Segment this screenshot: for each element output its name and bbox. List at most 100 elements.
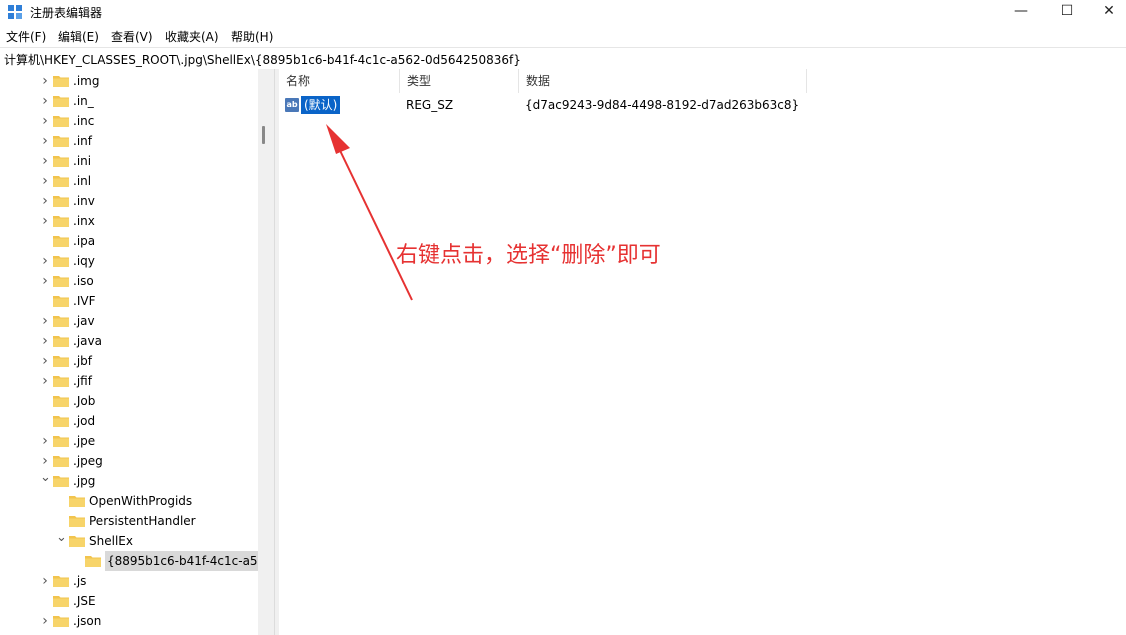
address-path[interactable]: 计算机\HKEY_CLASSES_ROOT\.jpg\ShellEx\{8895… [4,51,521,68]
menu-help[interactable]: 帮助(H) [231,28,273,45]
chevron-right-icon[interactable]: › [40,151,50,171]
tree-item[interactable]: › .ini [0,151,258,171]
tree-item-label: .json [73,614,102,628]
menu-favorites[interactable]: 收藏夹(A) [165,28,219,45]
title-bar: 注册表编辑器 — ☐ ✕ [0,0,1126,24]
tree-item-label: .jod [73,414,96,428]
tree-item-label: .java [73,334,102,348]
column-header-name[interactable]: 名称 [279,69,400,93]
column-header-data[interactable]: 数据 [519,69,807,93]
chevron-right-icon[interactable]: › [40,351,50,371]
menu-view[interactable]: 查看(V) [111,28,153,45]
chevron-right-icon[interactable]: › [40,611,50,631]
tree-item[interactable]: › .jpeg [0,451,258,471]
address-bar[interactable]: 计算机\HKEY_CLASSES_ROOT\.jpg\ShellEx\{8895… [0,47,1126,70]
close-button[interactable]: ✕ [1086,0,1126,24]
chevron-down-icon[interactable]: ⌄ [40,471,51,491]
tree-item-label: OpenWithProgids [89,494,193,508]
chevron-right-icon [40,391,50,411]
tree-item[interactable]: › .js [0,571,258,591]
tree-item-label: {8895b1c6-b41f-4c1c-a56 [105,551,258,571]
folder-icon [53,135,69,147]
tree-item-label: .jfif [73,374,92,388]
tree-item[interactable]: › .java [0,331,258,351]
maximize-button[interactable]: ☐ [1044,0,1090,24]
tree-item-label: ShellEx [89,534,133,548]
folder-icon [69,535,85,547]
tree-scrollbar-thumb[interactable] [262,126,265,144]
minimize-button[interactable]: — [998,0,1044,24]
tree-item[interactable]: › .inc [0,111,258,131]
tree-item[interactable]: › .iqy [0,251,258,271]
tree-item-label: .JSE [73,594,96,608]
chevron-right-icon[interactable]: › [40,111,50,131]
tree-item[interactable]: .JSE [0,591,258,611]
chevron-right-icon[interactable]: › [40,311,50,331]
tree-scrollbar[interactable] [258,69,274,635]
tree-item[interactable]: PersistentHandler [0,511,258,531]
tree-item[interactable]: › .inf [0,131,258,151]
folder-icon [53,435,69,447]
tree-item-label: .jpeg [73,454,103,468]
folder-icon [53,155,69,167]
tree-item[interactable]: › .inv [0,191,258,211]
tree-item-label: PersistentHandler [89,514,196,528]
tree-item-label: .jpe [73,434,96,448]
chevron-right-icon[interactable]: › [40,131,50,151]
chevron-right-icon[interactable]: › [40,571,50,591]
tree-item[interactable]: › .inl [0,171,258,191]
menu-edit[interactable]: 编辑(E) [58,28,99,45]
tree-item[interactable]: › .jfif [0,371,258,391]
folder-icon [53,235,69,247]
tree-item-label: .inc [73,114,95,128]
folder-icon [53,335,69,347]
menu-file[interactable]: 文件(F) [6,28,46,45]
tree-item[interactable]: › .jpe [0,431,258,451]
tree-item[interactable]: .ipa [0,231,258,251]
tree-item[interactable]: › .json [0,611,258,631]
string-value-icon: ab [285,98,299,112]
tree-item[interactable]: ⌄ .jpg [0,471,258,491]
tree-item[interactable]: › .iso [0,271,258,291]
tree-item[interactable]: › .img [0,71,258,91]
chevron-right-icon[interactable]: › [40,371,50,391]
chevron-right-icon[interactable]: › [40,211,50,231]
tree-item[interactable]: › .jbf [0,351,258,371]
tree-item[interactable]: .jod [0,411,258,431]
regedit-icon [8,5,22,19]
chevron-right-icon[interactable]: › [40,451,50,471]
chevron-right-icon[interactable]: › [40,431,50,451]
tree-item[interactable]: OpenWithProgids [0,491,258,511]
chevron-right-icon[interactable]: › [40,271,50,291]
folder-icon [53,95,69,107]
tree-item[interactable]: .IVF [0,291,258,311]
tree-item[interactable]: .Job [0,391,258,411]
tree-item-label: .iqy [73,254,95,268]
folder-icon [53,115,69,127]
tree-item[interactable]: › .inx [0,211,258,231]
column-header-type[interactable]: 类型 [400,69,519,93]
folder-icon [53,475,69,487]
chevron-right-icon[interactable]: › [40,191,50,211]
tree-item-label: .IVF [73,294,96,308]
tree-item-label: .img [73,74,100,88]
tree-item-label: .inf [73,134,92,148]
chevron-right-icon[interactable]: › [40,71,50,91]
folder-icon [53,295,69,307]
chevron-right-icon[interactable]: › [40,331,50,351]
tree-item[interactable]: {8895b1c6-b41f-4c1c-a56 [0,551,258,571]
folder-icon [53,275,69,287]
chevron-right-icon [56,511,66,531]
tree-item-label: .inl [73,174,92,188]
folder-icon [53,395,69,407]
chevron-right-icon[interactable]: › [40,251,50,271]
folder-icon [69,515,85,527]
tree-item[interactable]: ⌄ ShellEx [0,531,258,551]
chevron-down-icon[interactable]: ⌄ [56,531,67,551]
chevron-right-icon[interactable]: › [40,171,50,191]
annotation-arrow [326,124,413,301]
chevron-right-icon[interactable]: › [40,91,50,111]
tree-item[interactable]: › .in_ [0,91,258,111]
registry-tree[interactable]: › .img › .in_ › .inc › .inf › .ini › .inl › .inv › .inx… [0,69,258,635]
tree-item[interactable]: › .jav [0,311,258,331]
